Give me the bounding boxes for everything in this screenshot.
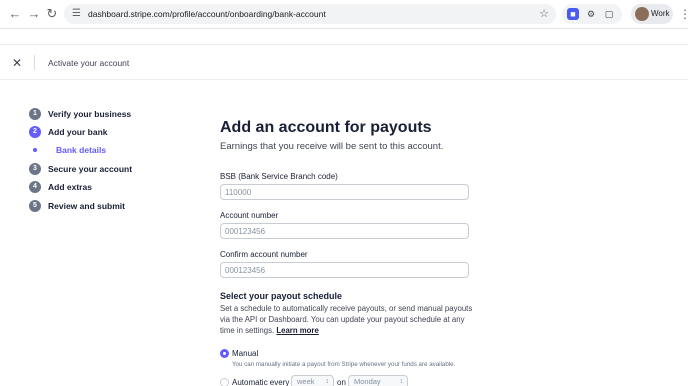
confirm-account-label: Confirm account number (220, 250, 308, 259)
interval-value: week (297, 377, 315, 386)
select-chevron-icon: ↕ (325, 378, 330, 385)
step-label: Add your bank (48, 127, 108, 137)
site-info-icon[interactable]: ☰ (72, 7, 85, 20)
step-label: Add extras (48, 182, 92, 192)
extension-icon[interactable]: ■ (567, 8, 579, 20)
page-title: Add an account for payouts (220, 119, 432, 136)
address-bar[interactable]: ☰ dashboard.stripe.com/profile/account/o… (64, 4, 556, 24)
account-number-input[interactable] (220, 223, 469, 239)
confirm-account-input[interactable] (220, 262, 469, 278)
page-header-title: Activate your account (48, 58, 130, 68)
step-number: 4 (29, 181, 41, 193)
header-divider (34, 55, 35, 70)
manual-label: Manual (232, 349, 259, 358)
bsb-input[interactable] (220, 184, 469, 200)
puzzle-icon[interactable]: ▢ (603, 8, 615, 20)
page-subtitle: Earnings that you receive will be sent t… (220, 141, 444, 152)
url-text: dashboard.stripe.com/profile/account/onb… (88, 9, 326, 19)
back-arrow-icon[interactable]: ← (8, 7, 22, 21)
payout-schedule-title: Select your payout schedule (220, 291, 343, 301)
close-icon[interactable]: ✕ (12, 56, 22, 70)
manual-radio[interactable] (220, 349, 229, 358)
account-number-label: Account number (220, 211, 279, 220)
automatic-radio[interactable] (220, 378, 229, 386)
step-label: Secure your account (48, 164, 133, 174)
day-value: Monday (354, 377, 381, 386)
forward-arrow-icon[interactable]: → (27, 7, 41, 21)
current-step-dot (33, 148, 37, 152)
extension-icon[interactable]: ⚙ (585, 8, 597, 20)
substep-label: Bank details (56, 145, 107, 155)
on-label: on (337, 378, 346, 386)
browser-menu-icon[interactable]: ⋮ (679, 7, 688, 21)
bookmark-star-icon[interactable]: ☆ (539, 7, 549, 21)
select-chevron-icon: ↕ (399, 378, 404, 385)
profile-chip[interactable]: Work (631, 4, 673, 24)
day-select[interactable]: Monday ↕ (348, 375, 408, 386)
bsb-label: BSB (Bank Service Branch code) (220, 172, 338, 181)
automatic-label: Automatic every (232, 378, 290, 386)
page-header: ✕ Activate your account (0, 44, 688, 80)
avatar (635, 7, 649, 21)
step-number: 3 (29, 163, 41, 175)
payout-schedule-description: Set a schedule to automatically receive … (220, 303, 475, 336)
step-label: Review and submit (48, 201, 125, 211)
learn-more-link[interactable]: Learn more (276, 326, 318, 335)
reload-icon[interactable]: ↻ (45, 7, 59, 21)
manual-help-text: You can manually initiate a payout from … (232, 361, 456, 368)
step-number: 1 (29, 108, 41, 120)
step-label: Verify your business (48, 109, 132, 119)
browser-toolbar: ← → ↻ ☰ dashboard.stripe.com/profile/acc… (0, 0, 688, 29)
step-number: 2 (29, 126, 41, 138)
interval-select[interactable]: week ↕ (291, 375, 334, 386)
profile-label: Work (651, 9, 670, 18)
payout-schedule-text: Set a schedule to automatically receive … (220, 304, 473, 335)
step-number: 5 (29, 200, 41, 212)
extensions-group: ■ ⚙ ▢ (562, 4, 622, 24)
